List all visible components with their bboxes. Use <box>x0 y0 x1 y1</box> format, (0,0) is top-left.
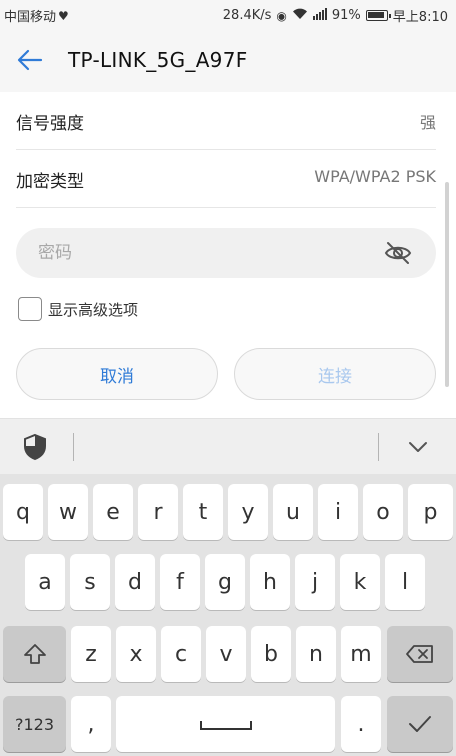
arrow-left-icon <box>17 49 43 71</box>
key-w[interactable]: w <box>48 484 88 540</box>
key-x[interactable]: x <box>116 626 156 682</box>
signal-strength-label: 信号强度 <box>16 114 84 134</box>
shift-key[interactable] <box>3 626 66 682</box>
signal-icon <box>312 8 327 23</box>
password-input[interactable] <box>38 228 368 278</box>
soft-keyboard: q w e r t y u i o p a s d f g h j k l z … <box>0 474 456 756</box>
advanced-options-toggle[interactable]: 显示高级选项 <box>18 296 138 322</box>
connect-button[interactable]: 连接 <box>234 348 436 400</box>
eye-off-icon[interactable] <box>384 240 412 266</box>
space-bar-icon <box>199 721 252 730</box>
key-r[interactable]: r <box>138 484 178 540</box>
key-t[interactable]: t <box>183 484 223 540</box>
key-e[interactable]: e <box>93 484 133 540</box>
key-k[interactable]: k <box>340 554 380 610</box>
key-f[interactable]: f <box>160 554 200 610</box>
page-title: TP-LINK_5G_A97F <box>68 48 248 72</box>
signal-strength-value: 强 <box>419 113 436 132</box>
shift-icon <box>23 644 46 664</box>
wifi-icon <box>292 8 308 23</box>
cancel-button[interactable]: 取消 <box>16 348 218 400</box>
key-s[interactable]: s <box>70 554 110 610</box>
status-bar: 中国移动 ♥ 28.4K/s ◉ 91% 早上8:10 <box>0 0 456 28</box>
period-key[interactable]: . <box>341 696 381 752</box>
enter-key[interactable] <box>387 696 453 752</box>
key-d[interactable]: d <box>115 554 155 610</box>
key-h[interactable]: h <box>250 554 290 610</box>
key-o[interactable]: o <box>363 484 403 540</box>
network-speed: 28.4K/s <box>222 8 272 23</box>
comma-key[interactable]: , <box>71 696 111 752</box>
secure-keyboard-shield-icon <box>22 433 48 461</box>
key-c[interactable]: c <box>161 626 201 682</box>
scrollbar[interactable] <box>445 182 449 387</box>
key-g[interactable]: g <box>205 554 245 610</box>
advanced-options-label: 显示高级选项 <box>48 300 139 319</box>
key-a[interactable]: a <box>25 554 65 610</box>
space-key[interactable] <box>116 696 335 752</box>
key-b[interactable]: b <box>251 626 291 682</box>
back-button[interactable] <box>12 42 48 78</box>
key-n[interactable]: n <box>296 626 336 682</box>
battery-percent: 91% <box>331 8 361 23</box>
key-q[interactable]: q <box>3 484 43 540</box>
key-y[interactable]: y <box>228 484 268 540</box>
chevron-down-icon[interactable] <box>406 436 430 458</box>
security-type-value: WPA/WPA2 PSK <box>314 167 436 186</box>
toolbar-divider <box>73 433 74 461</box>
password-field[interactable] <box>16 228 436 278</box>
backspace-key[interactable] <box>387 626 453 682</box>
key-j[interactable]: j <box>295 554 335 610</box>
eye-care-icon: ◉ <box>276 8 287 23</box>
battery-icon <box>365 10 391 21</box>
key-m[interactable]: m <box>341 626 381 682</box>
heart-icon: ♥ <box>58 8 69 23</box>
key-p[interactable]: p <box>408 484 453 540</box>
advanced-options-checkbox[interactable] <box>18 297 42 321</box>
toolbar-divider <box>378 433 379 461</box>
key-i[interactable]: i <box>318 484 358 540</box>
checkmark-icon <box>409 716 431 732</box>
key-z[interactable]: z <box>71 626 111 682</box>
key-l[interactable]: l <box>385 554 425 610</box>
key-u[interactable]: u <box>273 484 313 540</box>
symbols-key[interactable]: ?123 <box>3 696 66 752</box>
keyboard-toolbar <box>0 418 456 474</box>
key-v[interactable]: v <box>206 626 246 682</box>
app-bar: TP-LINK_5G_A97F <box>0 28 456 92</box>
carrier-label: 中国移动 <box>4 10 57 25</box>
security-type-label: 加密类型 <box>16 172 84 192</box>
security-type-row: 加密类型 WPA/WPA2 PSK <box>16 150 436 208</box>
signal-strength-row: 信号强度 强 <box>16 92 436 150</box>
backspace-icon <box>406 645 433 663</box>
clock: 早上8:10 <box>392 10 448 25</box>
